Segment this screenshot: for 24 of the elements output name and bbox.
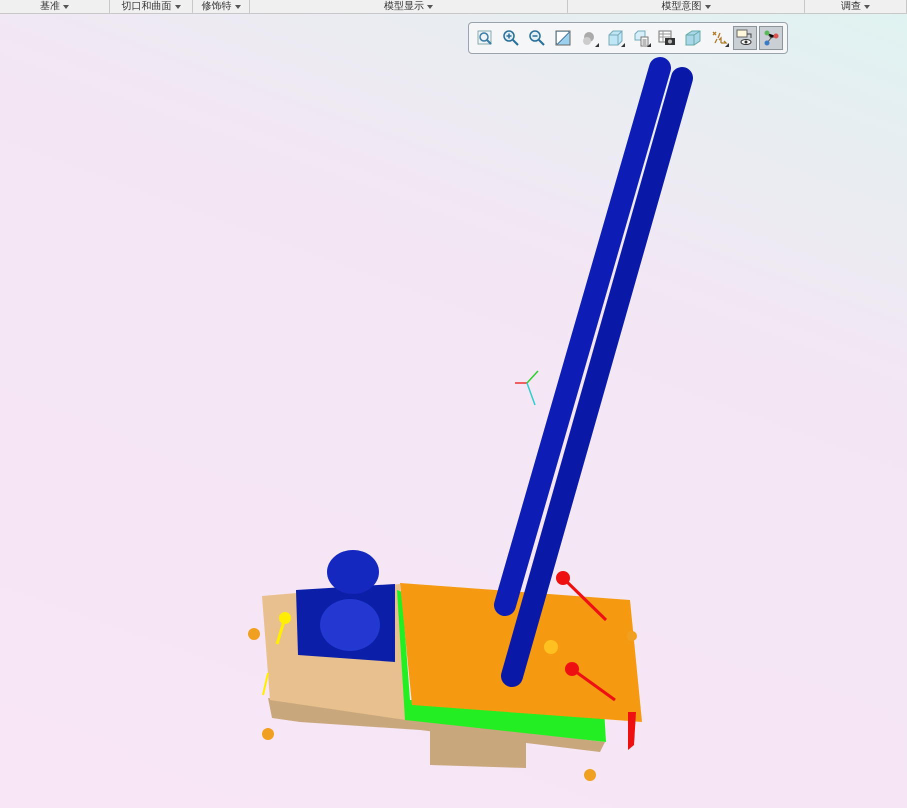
perspective-cube-icon (684, 29, 702, 47)
spin-center-icon (762, 29, 780, 47)
caret-icon (704, 5, 710, 9)
ribbon-group-label[interactable]: 模型意图 (568, 0, 805, 14)
view-list-icon (632, 29, 650, 47)
zoom-out-icon (528, 29, 546, 47)
caret-icon (234, 5, 240, 9)
caret-icon (427, 5, 433, 9)
ribbon-group-label[interactable]: 模型显示 (250, 0, 568, 14)
camera-icon (658, 29, 676, 47)
caret-icon (864, 5, 870, 9)
caret-icon (63, 5, 69, 9)
caret-icon (174, 5, 180, 9)
zoom-fit-icon (476, 29, 494, 47)
coordinate-axes-icon (515, 370, 539, 406)
ribbon-group-label[interactable]: 修饰特 (193, 0, 250, 14)
zoom-in-icon (502, 29, 520, 47)
ribbon-group-label[interactable]: 切口和曲面 (110, 0, 193, 14)
ribbon-group-label[interactable]: 调查 (805, 0, 907, 14)
cube-icon (606, 29, 624, 47)
repaint-icon (554, 29, 572, 47)
ribbon-group-label[interactable]: 基准 (0, 0, 110, 14)
toolbar-button[interactable] (733, 26, 757, 50)
annotation-eye-icon (736, 29, 754, 47)
